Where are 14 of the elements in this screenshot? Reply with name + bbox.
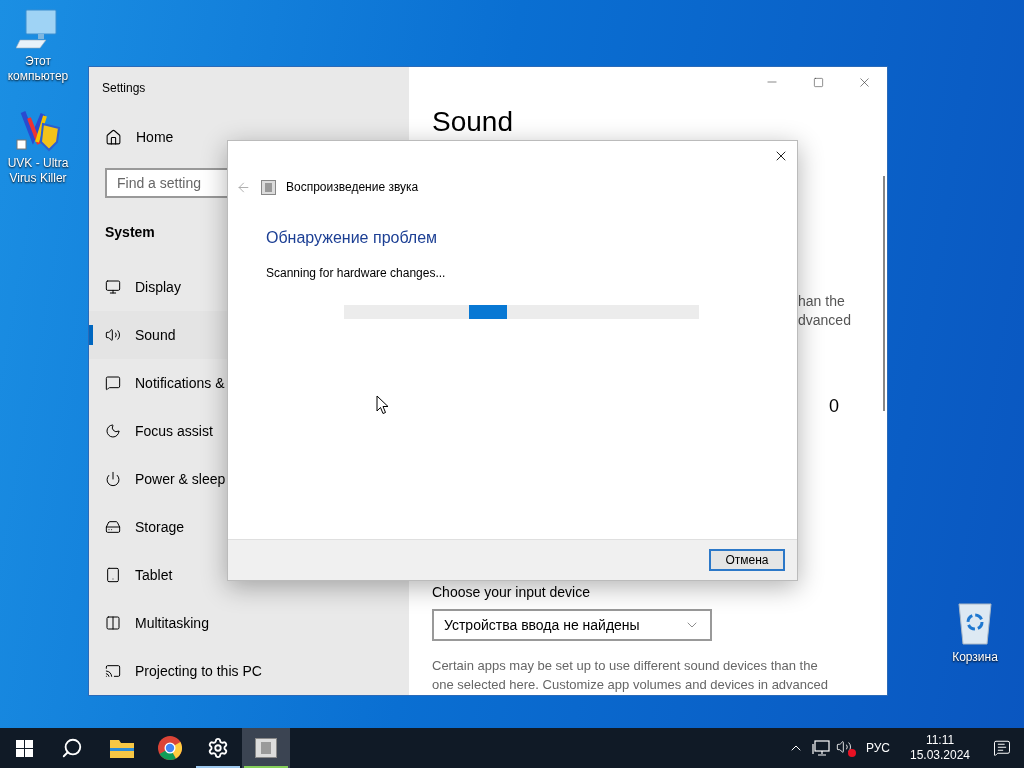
page-title: Sound: [432, 105, 514, 139]
input-device-label: Choose your input device: [432, 583, 591, 602]
window-title: Settings: [102, 81, 146, 95]
dialog-heading: Обнаружение проблем: [266, 228, 439, 248]
note-text: Certain apps may be set up to use different sound devices than the: [432, 657, 819, 675]
description-text: han the: [798, 292, 846, 311]
time-text: 11:11: [925, 733, 955, 748]
section-heading: System: [105, 224, 155, 241]
dialog-title: Воспроизведение звука: [286, 179, 419, 196]
description-text: dvanced: [798, 311, 852, 330]
note-text: one selected here. Customize app volumes and devices in advanced: [432, 676, 830, 694]
status-text: Scanning for hardware changes...: [266, 265, 447, 281]
date-text: 15.03.2024: [909, 748, 971, 763]
value-text: 0: [829, 396, 839, 416]
